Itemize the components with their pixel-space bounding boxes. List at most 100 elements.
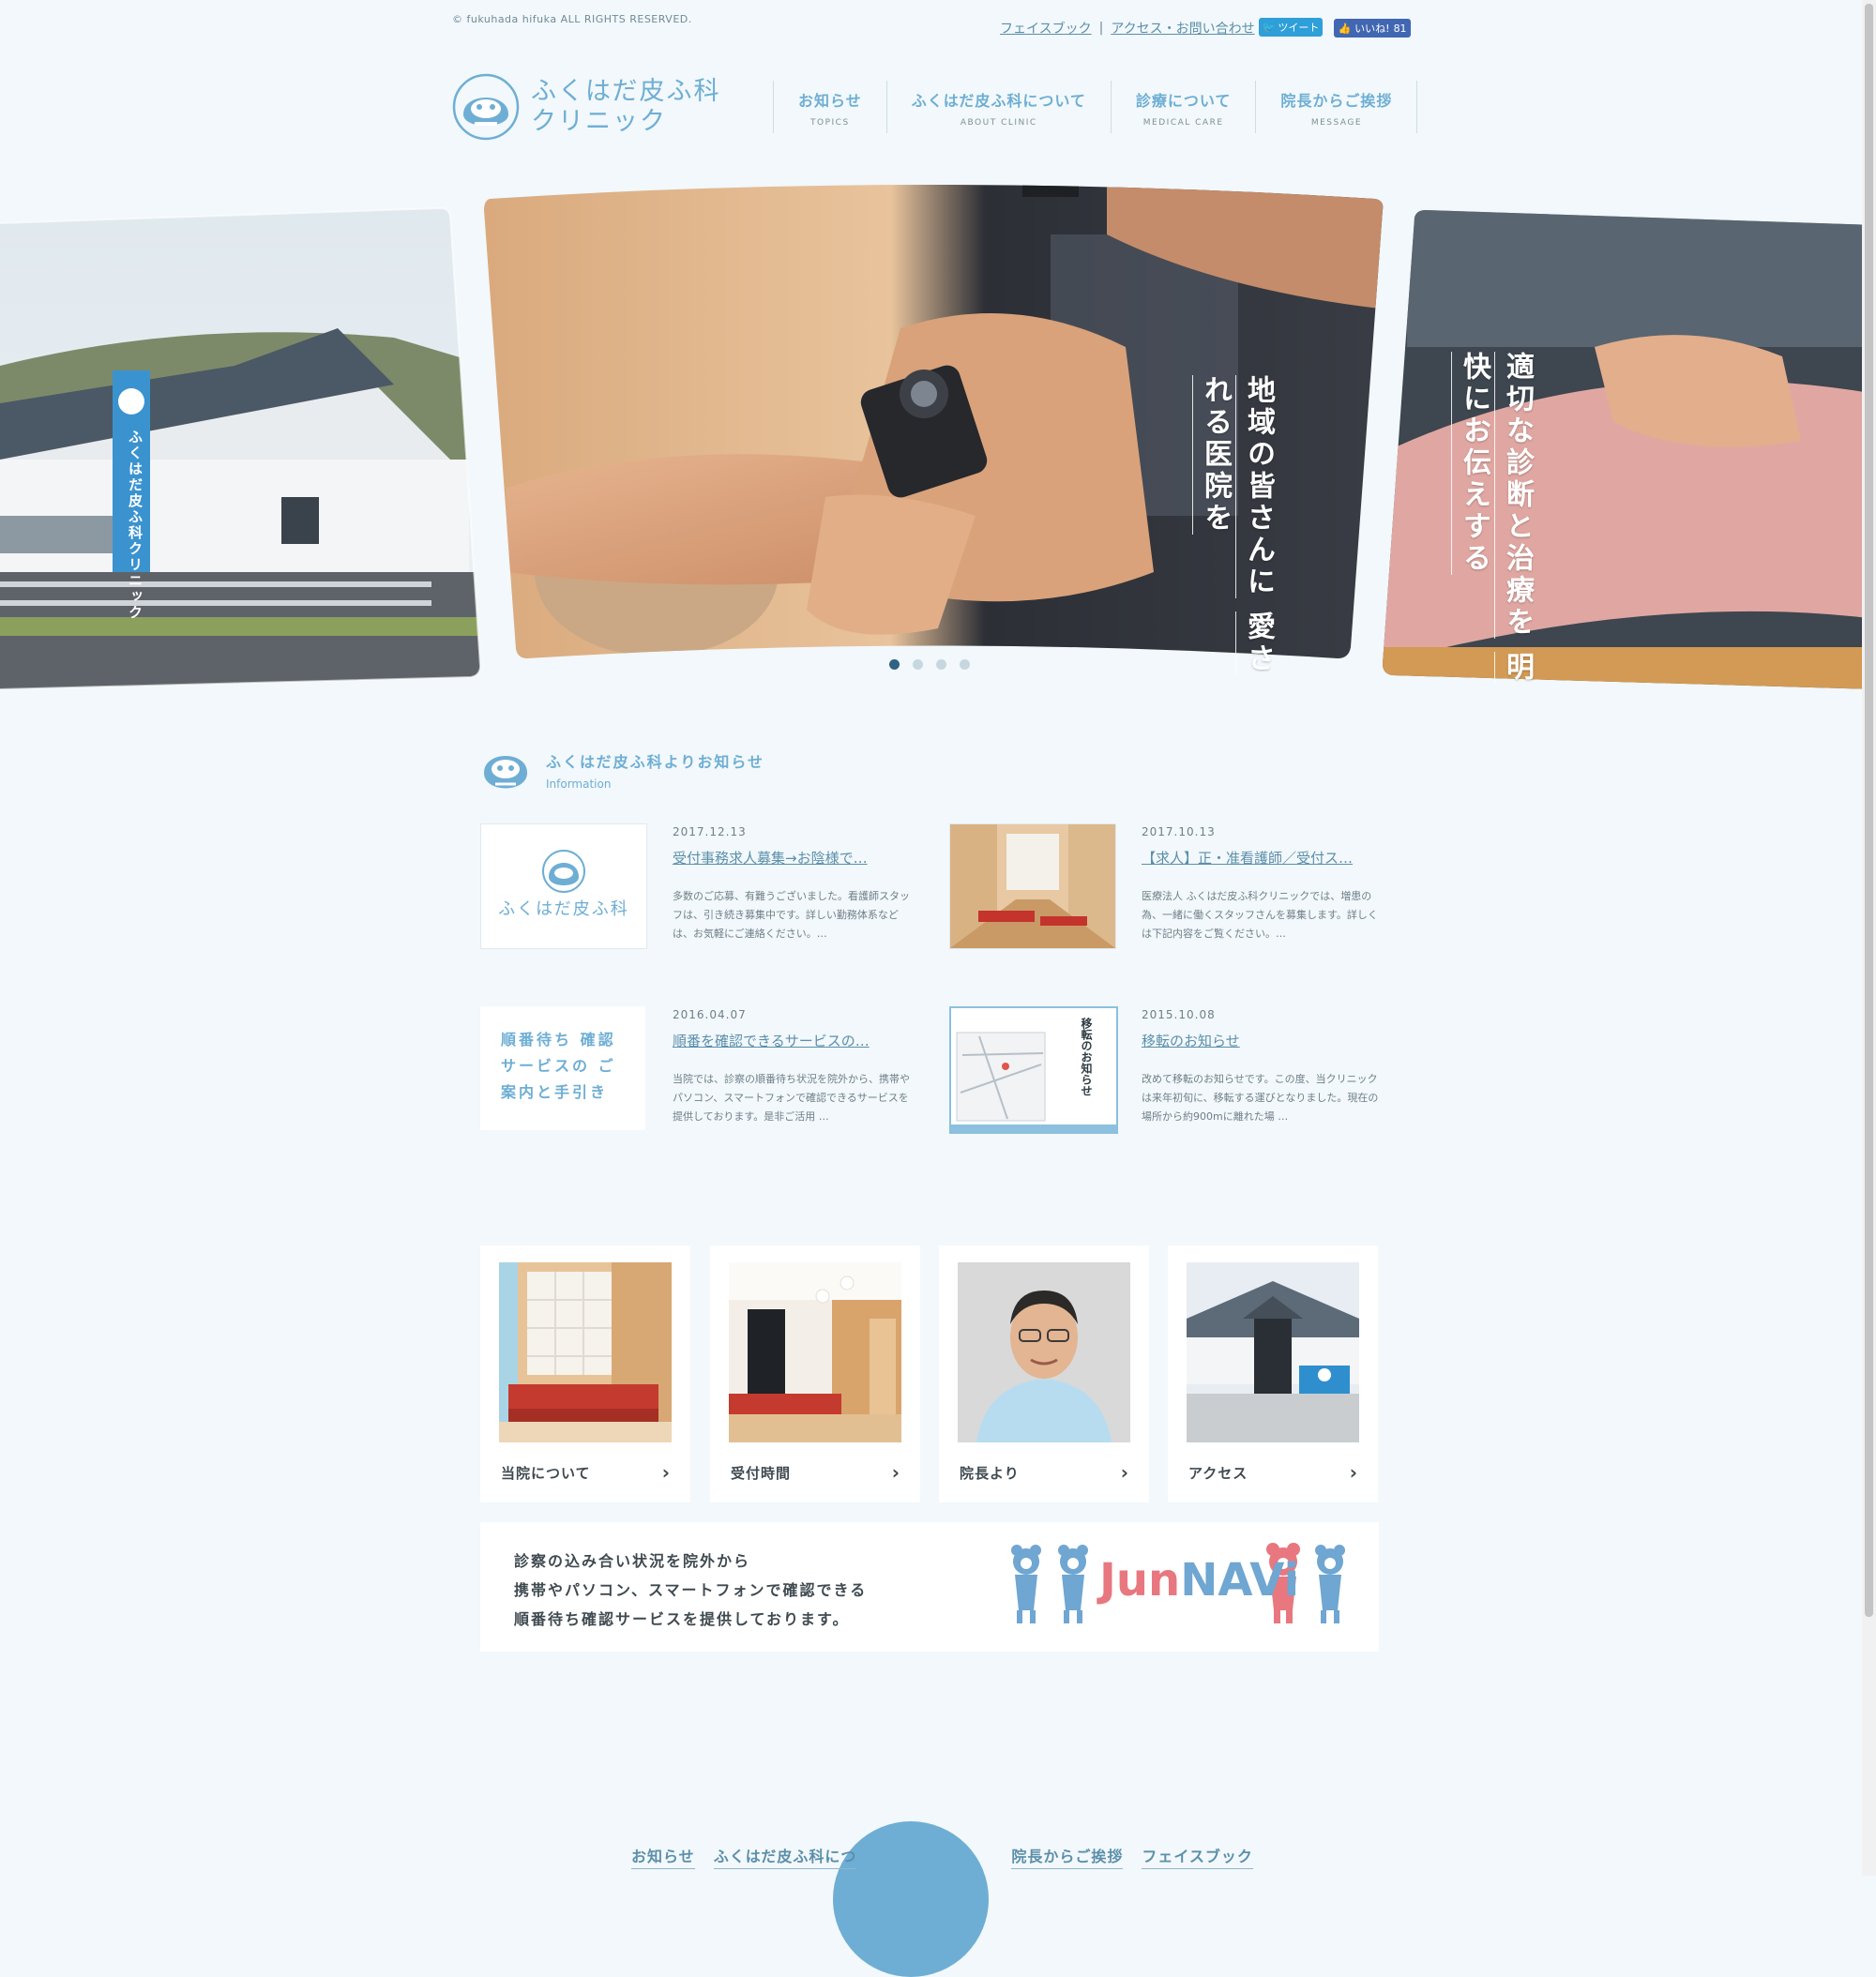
thumb-text: 順番待ち 確認サービスの ご案内と手引き bbox=[501, 1031, 616, 1101]
nav-label: 院長からご挨拶 bbox=[1280, 92, 1393, 110]
box-image bbox=[958, 1262, 1130, 1442]
slide-caption-center: 地域の皆さんに 愛される医院を bbox=[1192, 375, 1279, 694]
footer-link-facebook[interactable]: フェイスブック bbox=[1142, 1844, 1253, 1869]
hero-slider[interactable]: 地域の皆さんに 愛される医院を 適切な診断と治療を 明快にお伝えする ふくはだ皮… bbox=[0, 178, 1876, 694]
site-logo[interactable]: ふくはだ皮ふ科 クリニック bbox=[452, 73, 720, 141]
chevron-right-icon: › bbox=[1349, 1461, 1357, 1484]
junnavi-logo-jun: Jun bbox=[1099, 1554, 1181, 1607]
news-item: 順番待ち 確認サービスの ご案内と手引き 2016.04.07 順番を確認できる… bbox=[480, 1006, 930, 1138]
main-nav: お知らせ TOPICS ふくはだ皮ふ科について ABOUT CLINIC 診療に… bbox=[773, 81, 1418, 133]
junnavi-logo-navi: NAVi bbox=[1180, 1554, 1300, 1607]
daruma-icon bbox=[484, 756, 527, 789]
box-label: 受付時間 bbox=[731, 1465, 792, 1482]
thumb-text: 移転のお知らせ bbox=[1080, 1018, 1093, 1096]
news-title-link[interactable]: 移転のお知らせ bbox=[1142, 1031, 1385, 1050]
news-excerpt: 多数のご応募、有難うございました。看護師スタッフは、引き続き募集中です。詳しい勤… bbox=[673, 890, 910, 940]
box-label: 院長より bbox=[960, 1465, 1020, 1482]
junnavi-description: 診察の込み合い状況を院外から 携帯やパソコン、スマートフォンで確認できる 順番待… bbox=[514, 1547, 867, 1634]
facebook-link[interactable]: フェイスブック bbox=[1000, 19, 1092, 38]
slider-dot[interactable] bbox=[936, 659, 946, 670]
tweet-button[interactable]: 🐦 ツイート bbox=[1259, 18, 1323, 37]
caption-line: 適切な診断と治療を bbox=[1494, 352, 1534, 639]
nav-topics[interactable]: お知らせ TOPICS bbox=[774, 81, 887, 133]
nav-label: お知らせ bbox=[798, 92, 862, 110]
box-about[interactable]: 当院について › bbox=[480, 1245, 690, 1502]
footer-link-message[interactable]: 院長からご挨拶 bbox=[1011, 1844, 1124, 1869]
box-image bbox=[729, 1262, 901, 1442]
access-contact-link[interactable]: アクセス・お問い合わせ bbox=[1111, 19, 1254, 38]
box-hours[interactable]: 受付時間 › bbox=[710, 1245, 920, 1502]
news-excerpt: 改めて移転のお知らせです。この度、当クリニックは来年初旬に、移転する運びとなりま… bbox=[1142, 1073, 1379, 1123]
chevron-right-icon: › bbox=[1120, 1461, 1128, 1484]
junnavi-banner[interactable]: 診察の込み合い状況を院外から 携帯やパソコン、スマートフォンで確認できる 順番待… bbox=[480, 1522, 1379, 1652]
news-excerpt: 当院では、診察の順番待ち状況を院外から、携帯やパソコン、スマートフォンで確認でき… bbox=[673, 1073, 910, 1123]
tweet-label: ツイート bbox=[1278, 22, 1320, 34]
box-image bbox=[499, 1262, 672, 1442]
thumb-text: ふくはだ皮ふ科 bbox=[498, 899, 629, 919]
news-date: 2015.10.08 bbox=[1142, 1008, 1216, 1021]
footer-link-about[interactable]: ふくはだ皮ふ科につ bbox=[713, 1844, 857, 1869]
nav-sublabel: MEDICAL CARE bbox=[1142, 118, 1224, 128]
box-director[interactable]: 院長より › bbox=[939, 1245, 1149, 1502]
nav-medical-care[interactable]: 診療について MEDICAL CARE bbox=[1112, 81, 1257, 133]
box-label: アクセス bbox=[1188, 1465, 1248, 1482]
news-date: 2017.10.13 bbox=[1142, 825, 1216, 838]
slide-caption-right: 適切な診断と治療を 明快にお伝えする bbox=[1451, 352, 1538, 694]
slider-dots bbox=[889, 659, 970, 670]
facebook-like-button[interactable]: 👍 いいね! 81 bbox=[1334, 19, 1411, 38]
thumbs-up-icon: 👍 bbox=[1338, 22, 1352, 35]
news-item: ふくはだ皮ふ科 2017.12.13 受付事務求人募集→お陰様で… 多数のご応募… bbox=[480, 823, 930, 955]
news-title-link[interactable]: 受付事務求人募集→お陰様で… bbox=[673, 848, 916, 868]
nav-label: 診療について bbox=[1135, 92, 1232, 110]
hallway-image bbox=[950, 824, 1115, 948]
news-heading: ふくはだ皮ふ科よりお知らせ Information bbox=[480, 745, 764, 795]
news-thumbnail[interactable]: 移転のお知らせ bbox=[949, 1006, 1118, 1134]
chevron-right-icon: › bbox=[661, 1461, 670, 1484]
box-label: 当院について bbox=[501, 1465, 591, 1482]
nav-sublabel: ABOUT CLINIC bbox=[960, 118, 1037, 128]
news-thumbnail[interactable] bbox=[949, 823, 1116, 949]
news-date: 2016.04.07 bbox=[673, 1008, 747, 1021]
slider-dot[interactable] bbox=[960, 659, 970, 670]
box-access[interactable]: アクセス › bbox=[1168, 1245, 1378, 1502]
nav-message[interactable]: 院長からご挨拶 MESSAGE bbox=[1256, 81, 1418, 133]
junnavi-line: 携帯やパソコン、スマートフォンで確認できる bbox=[514, 1581, 868, 1599]
news-item: 移転のお知らせ 2015.10.08 移転のお知らせ 改めて移転のお知らせです。… bbox=[949, 1006, 1399, 1138]
news-item: 2017.10.13 【求人】正・准看護師／受付ス… 医療法人 ふくはだ皮ふ科ク… bbox=[949, 823, 1399, 955]
building-sign-text: ふくはだ皮ふ科クリニック bbox=[127, 430, 144, 621]
news-thumbnail[interactable]: ふくはだ皮ふ科 bbox=[480, 823, 647, 949]
top-links: フェイスブック | アクセス・お問い合わせ | bbox=[1000, 19, 1266, 38]
nav-label: ふくはだ皮ふ科について bbox=[911, 92, 1086, 110]
scrollbar-thumb[interactable] bbox=[1865, 4, 1873, 1617]
news-date: 2017.12.13 bbox=[673, 825, 747, 838]
nav-about-clinic[interactable]: ふくはだ皮ふ科について ABOUT CLINIC bbox=[887, 81, 1112, 133]
like-count: 81 bbox=[1393, 22, 1407, 35]
footer-nav: お知らせ ふくはだ皮ふ科につ 院長からご挨拶 フェイスブック bbox=[631, 1844, 1253, 1869]
junnavi-logo: JunNAVi bbox=[1006, 1541, 1353, 1638]
news-title-link[interactable]: 順番を確認できるサービスの… bbox=[673, 1031, 916, 1050]
news-thumbnail[interactable]: 順番待ち 確認サービスの ご案内と手引き bbox=[480, 1006, 645, 1130]
footer-link-topics[interactable]: お知らせ bbox=[631, 1844, 695, 1869]
box-image bbox=[1187, 1262, 1359, 1442]
nav-sublabel: TOPICS bbox=[810, 118, 850, 128]
nav-sublabel: MESSAGE bbox=[1310, 118, 1363, 128]
news-subtitle: Information bbox=[546, 777, 612, 791]
news-title: ふくはだ皮ふ科よりお知らせ bbox=[546, 753, 765, 771]
slider-dot[interactable] bbox=[913, 659, 923, 670]
daruma-logo-icon bbox=[452, 73, 520, 141]
slider-images bbox=[0, 185, 1876, 690]
logo-sub: クリニック bbox=[531, 107, 667, 136]
slide-building bbox=[0, 208, 480, 689]
separator: | bbox=[1098, 21, 1104, 36]
junnavi-line: 診察の込み合い状況を院外から bbox=[514, 1552, 751, 1570]
news-title-link[interactable]: 【求人】正・准看護師／受付ス… bbox=[1142, 848, 1385, 868]
news-excerpt: 医療法人 ふくはだ皮ふ科クリニックでは、増患の為、一緒に働くスタッフさんを募集し… bbox=[1142, 890, 1378, 940]
like-label: いいね! bbox=[1354, 23, 1390, 35]
logo-name: ふくはだ皮ふ科 bbox=[531, 77, 721, 106]
slider-dot[interactable] bbox=[889, 659, 900, 670]
slide-consultation bbox=[1383, 210, 1876, 689]
copyright-text: © fukuhada hifuka ALL RIGHTS RESERVED. bbox=[452, 13, 692, 25]
chevron-right-icon: › bbox=[891, 1461, 900, 1484]
clinic-logo-icon bbox=[542, 850, 585, 893]
junnavi-line: 順番待ち確認サービスを提供しております。 bbox=[514, 1610, 850, 1628]
